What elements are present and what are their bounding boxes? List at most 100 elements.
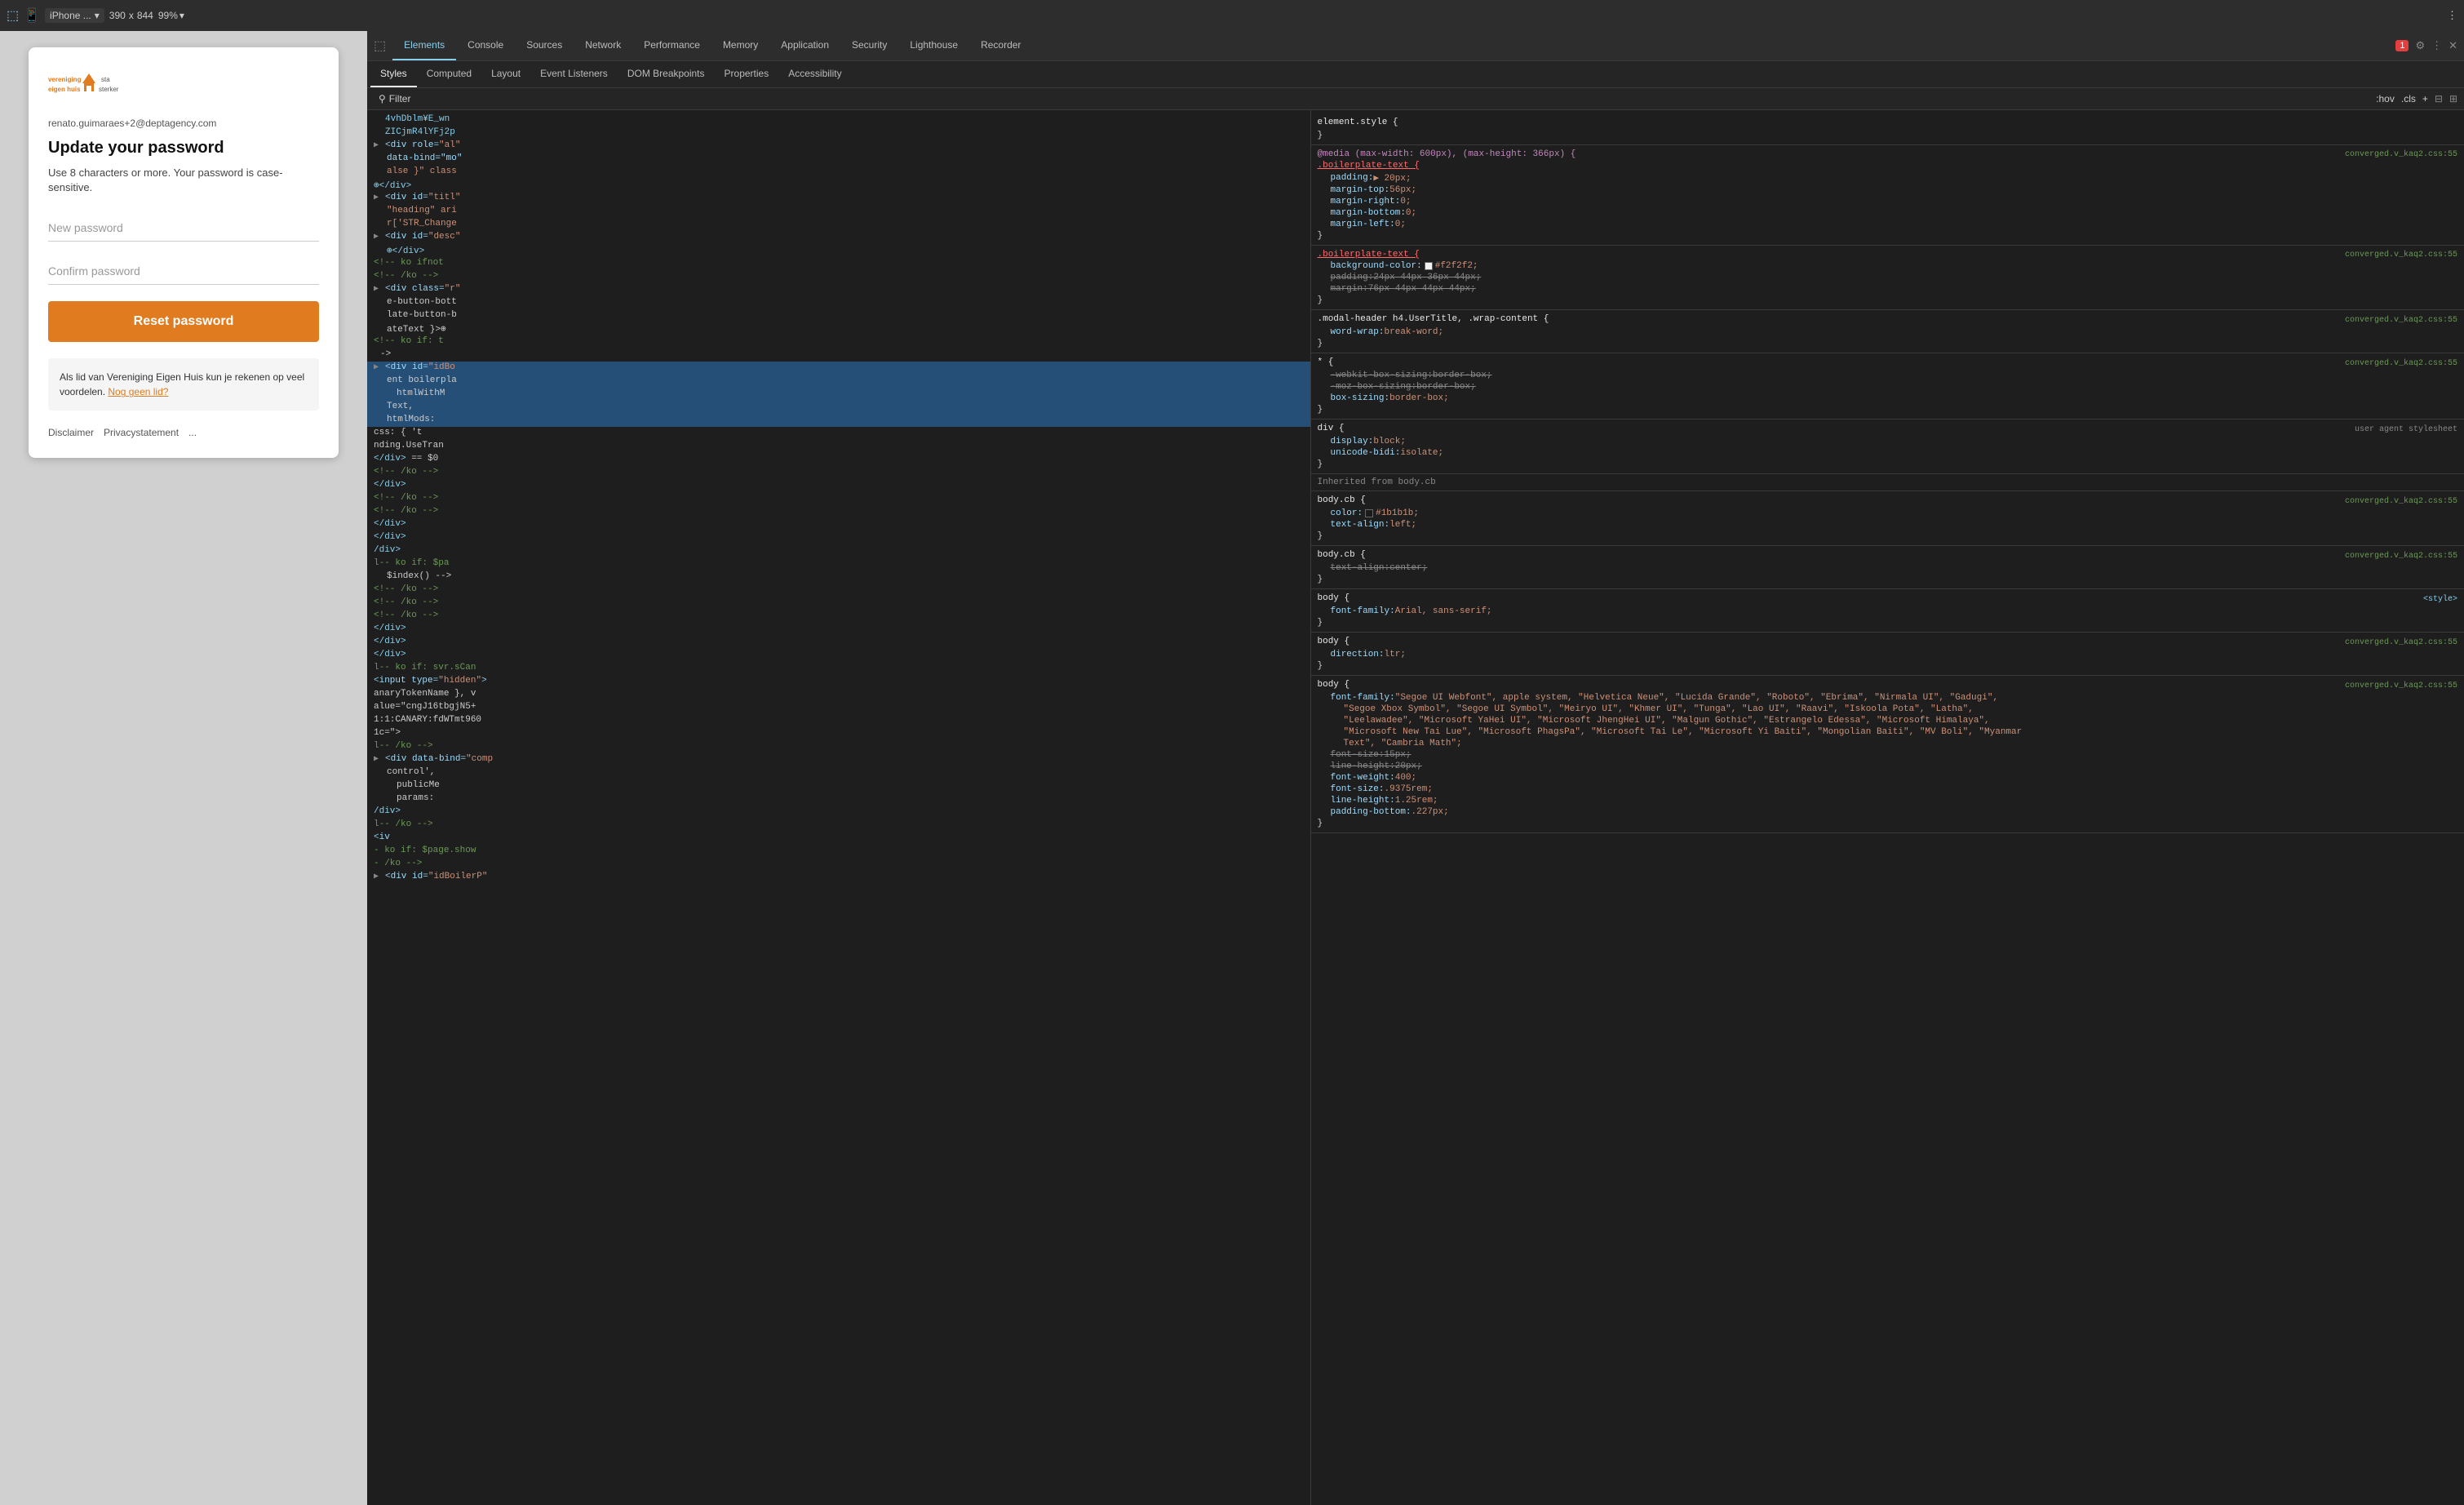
html-line: ▶<div data-bind="comp bbox=[367, 753, 1310, 766]
style-section-body-cb-1: body.cb { converged.v_kaq2.css:55 color:… bbox=[1311, 491, 2464, 546]
val-text-align-st: center; bbox=[1389, 563, 1427, 573]
devtools-more-icon[interactable]: ⋮ bbox=[2431, 39, 2442, 52]
val-margin-top: 56px; bbox=[1389, 185, 1416, 195]
error-badge: 1 bbox=[2395, 40, 2409, 51]
html-line: Text, bbox=[367, 401, 1310, 414]
top-bar: ⬚ 📱 iPhone ... ▾ 390 x 844 99% ▾ ⋮ bbox=[0, 0, 2464, 31]
html-line: </div> bbox=[367, 518, 1310, 531]
tab-security[interactable]: Security bbox=[840, 31, 898, 60]
subtab-dom-breakpoints[interactable]: DOM Breakpoints bbox=[618, 61, 715, 87]
confirm-password-input[interactable] bbox=[48, 258, 319, 285]
media-query: @media (max-width: 600px), (max-height: … bbox=[1318, 149, 1576, 159]
inherited-label: Inherited from body.cb bbox=[1311, 474, 2464, 491]
device-selector[interactable]: iPhone ... ▾ bbox=[45, 8, 104, 23]
color-swatch-body bbox=[1365, 509, 1373, 517]
add-style-icon[interactable]: + bbox=[2422, 93, 2428, 104]
val-ff: "Segoe UI Webfont", apple system, "Helve… bbox=[1395, 693, 1998, 703]
val-display: block; bbox=[1373, 437, 1406, 446]
privacy-link[interactable]: Privacystatement bbox=[104, 427, 179, 438]
style-section-star: * { converged.v_kaq2.css:55 -webkit-box-… bbox=[1311, 353, 2464, 420]
html-line-selected[interactable]: ▶<div id="idBo bbox=[367, 362, 1310, 375]
prop-lh-st: line-height: bbox=[1331, 761, 1395, 771]
html-line: css: { 't bbox=[367, 427, 1310, 440]
filter-button[interactable]: ⚲ Filter bbox=[374, 91, 415, 106]
zoom-display: 99% ▾ bbox=[158, 10, 184, 21]
subtab-layout[interactable]: Layout bbox=[481, 61, 530, 87]
subtab-event-listeners[interactable]: Event Listeners bbox=[530, 61, 618, 87]
tab-performance[interactable]: Performance bbox=[632, 31, 711, 60]
style-prop-line: line-height: 20px; bbox=[1318, 761, 2458, 772]
styles-panel[interactable]: element.style { } @media (max-width: 600… bbox=[1311, 110, 2464, 1505]
html-line: ⊕</div> bbox=[367, 244, 1310, 257]
html-line: - ko if: $page.show bbox=[367, 845, 1310, 858]
cls-button[interactable]: .cls bbox=[2401, 93, 2416, 104]
closing-brace: } bbox=[1318, 295, 1323, 305]
boilerplate-selector: .boilerplate-text { bbox=[1318, 161, 1420, 171]
style-section-body-cb-2: body.cb { converged.v_kaq2.css:55 text-a… bbox=[1311, 546, 2464, 589]
style-selector-line: .boilerplate-text { bbox=[1318, 160, 2458, 171]
devtools-pointer-icon[interactable]: ⬚ bbox=[367, 38, 392, 54]
new-password-input[interactable] bbox=[48, 215, 319, 242]
new-rule-icon[interactable]: ⊞ bbox=[2449, 93, 2457, 104]
code-area: 4vhDblm¥E_wn ZICjmR4lYFj2p ▶<div role="a… bbox=[367, 110, 2464, 1505]
style-prop-line: margin-top: 56px; bbox=[1318, 184, 2458, 196]
tab-memory[interactable]: Memory bbox=[711, 31, 769, 60]
html-line: <!-- ko if: t bbox=[367, 335, 1310, 349]
settings-icon[interactable]: ⚙ bbox=[2415, 39, 2425, 52]
top-bar-icons: ⋮ bbox=[2447, 9, 2457, 22]
style-prop-line: box-sizing: border-box; bbox=[1318, 393, 2458, 404]
more-options-icon[interactable]: ... bbox=[188, 427, 197, 438]
star-selector: * { bbox=[1318, 357, 1334, 367]
val-margin-st: 76px 44px 44px 44px; bbox=[1368, 284, 1476, 294]
style-prop-line: direction: ltr; bbox=[1318, 649, 2458, 660]
subtab-accessibility[interactable]: Accessibility bbox=[778, 61, 851, 87]
tab-elements[interactable]: Elements bbox=[392, 31, 456, 60]
device-icon[interactable]: 📱 bbox=[24, 7, 40, 24]
html-line: 1c="> bbox=[367, 727, 1310, 740]
prop-margin-right: margin-right: bbox=[1331, 197, 1401, 206]
style-selector-line: .boilerplate-text { converged.v_kaq2.css… bbox=[1318, 249, 2458, 260]
veh-logo: vereniging eigen huis sta sterker bbox=[48, 72, 122, 101]
close-icon[interactable]: ✕ bbox=[2448, 39, 2457, 52]
hov-button[interactable]: :hov bbox=[2376, 93, 2395, 104]
html-line: e-button-bott bbox=[367, 296, 1310, 309]
tab-console[interactable]: Console bbox=[456, 31, 515, 60]
style-selector: element.style { bbox=[1318, 118, 1398, 127]
boilerplate-selector2: .boilerplate-text { bbox=[1318, 250, 1420, 260]
subtab-properties[interactable]: Properties bbox=[715, 61, 779, 87]
height-value: 844 bbox=[137, 10, 153, 21]
subtab-styles[interactable]: Styles bbox=[370, 61, 417, 87]
sub-tabs: Styles Computed Layout Event Listeners D… bbox=[367, 61, 2464, 88]
prop-direction: direction: bbox=[1331, 650, 1385, 659]
style-close-line: } bbox=[1318, 338, 2458, 349]
prop-display: display: bbox=[1331, 437, 1374, 446]
disclaimer-link[interactable]: Disclaimer bbox=[48, 427, 94, 438]
style-section-body-style: body { <style> font-family: Arial, sans-… bbox=[1311, 589, 2464, 633]
tab-sources[interactable]: Sources bbox=[515, 31, 574, 60]
info-link[interactable]: Nog geen lid? bbox=[108, 386, 168, 397]
tab-network[interactable]: Network bbox=[574, 31, 632, 60]
html-panel[interactable]: 4vhDblm¥E_wn ZICjmR4lYFj2p ▶<div role="a… bbox=[367, 110, 1311, 1505]
tab-lighthouse[interactable]: Lighthouse bbox=[898, 31, 969, 60]
val-direction: ltr; bbox=[1385, 650, 1406, 659]
width-value: 390 bbox=[109, 10, 126, 21]
html-line: - /ko --> bbox=[367, 858, 1310, 871]
toggle-icon[interactable]: ⊟ bbox=[2435, 93, 2443, 104]
tab-recorder[interactable]: Recorder bbox=[969, 31, 1032, 60]
html-line: publicMe bbox=[367, 779, 1310, 792]
html-line: </div> bbox=[367, 649, 1310, 662]
val-text-align: left; bbox=[1389, 520, 1416, 530]
dimension-display: 390 x 844 bbox=[109, 10, 153, 21]
div-selector: div { bbox=[1318, 424, 1345, 433]
html-line: ent boilerpla bbox=[367, 375, 1310, 388]
more-icon[interactable]: ⋮ bbox=[2447, 9, 2457, 22]
val-padding-st: 24px 44px 36px 44px; bbox=[1373, 273, 1481, 282]
inspect-icon[interactable]: ⬚ bbox=[7, 7, 19, 24]
tab-application[interactable]: Application bbox=[769, 31, 840, 60]
subtab-computed[interactable]: Computed bbox=[417, 61, 481, 87]
reset-password-button[interactable]: Reset password bbox=[48, 301, 319, 342]
html-line: <!-- /ko --> bbox=[367, 505, 1310, 518]
style-selector-line: body.cb { converged.v_kaq2.css:55 bbox=[1318, 549, 2458, 562]
style-source: converged.v_kaq2.css:55 bbox=[2345, 552, 2457, 561]
main-layout: vereniging eigen huis sta sterker renato… bbox=[0, 31, 2464, 1505]
